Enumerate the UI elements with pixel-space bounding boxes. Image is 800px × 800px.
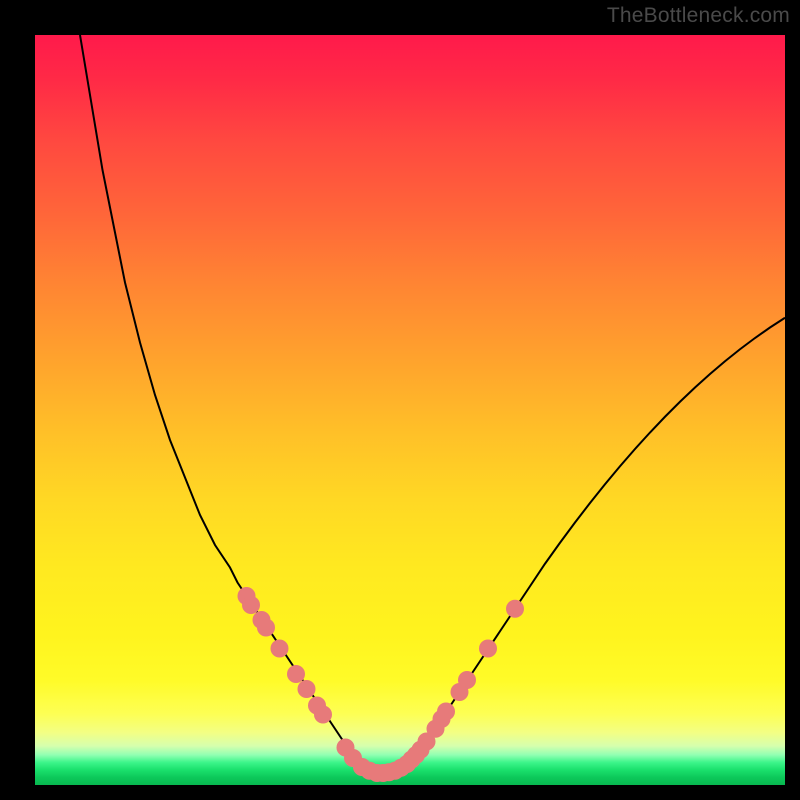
watermark-text: TheBottleneck.com xyxy=(607,4,790,28)
plot-area xyxy=(35,35,785,785)
gradient-background xyxy=(35,35,785,785)
chart-stage: TheBottleneck.com xyxy=(0,0,800,800)
